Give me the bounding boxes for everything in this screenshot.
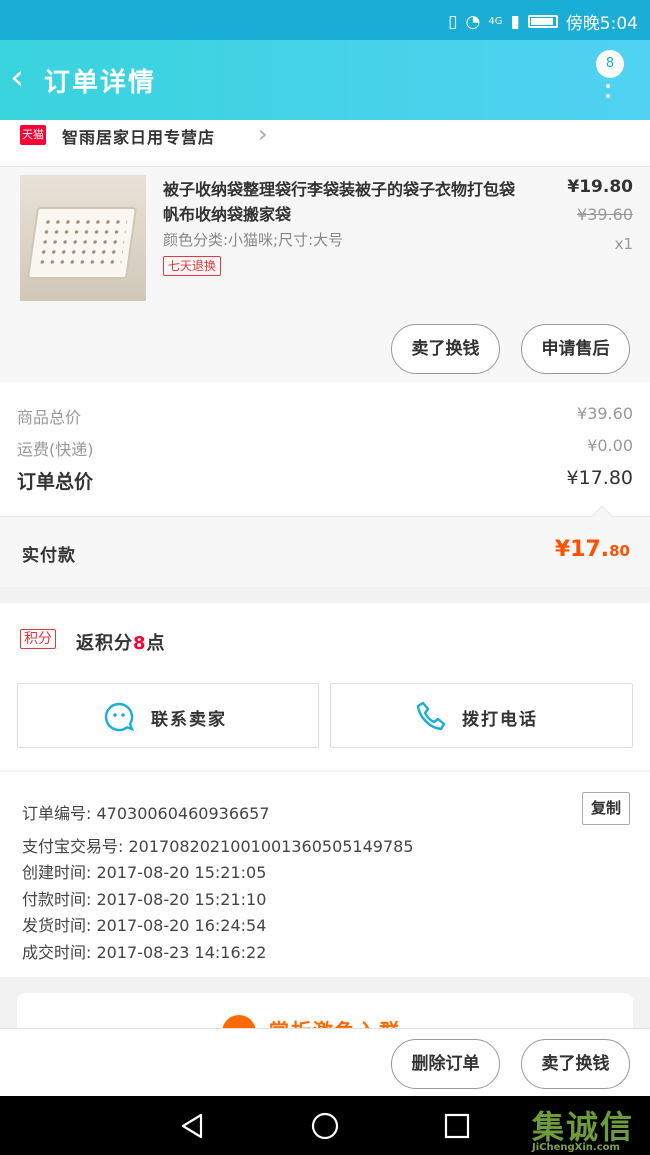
- order-total-value: ¥17.80: [566, 467, 633, 489]
- goods-total-row: 商品总价 ¥39.60: [17, 404, 633, 428]
- points-badge: 积分: [20, 629, 56, 649]
- more-menu-button[interactable]: 8: [594, 50, 630, 110]
- vibrate-icon: ▯: [448, 11, 458, 32]
- shipping-label: 运费(快递): [17, 440, 94, 459]
- shipping-value: ¥0.00: [587, 436, 633, 455]
- app-header: ‹ 订单详情 8: [0, 40, 650, 120]
- goods-total-label: 商品总价: [17, 408, 82, 427]
- call-phone-button[interactable]: 拨打电话: [330, 683, 633, 748]
- apply-after-sale-button[interactable]: 申请售后: [521, 324, 630, 374]
- watermark: 集诚信 JiChengXin.com: [532, 1102, 635, 1153]
- product-sku: 颜色分类:小猫咪;尺寸:大号: [163, 231, 344, 249]
- status-icons: ▯ ◔ 4G ▮ 傍晚5:04: [448, 9, 638, 35]
- watermark-sub: JiChengXin.com: [532, 1142, 620, 1153]
- caret-pointer: [590, 505, 614, 529]
- page-title: 订单详情: [44, 68, 157, 98]
- paid-row: 实付款 ¥17.80: [0, 505, 650, 587]
- paid-label: 实付款: [22, 546, 76, 566]
- order-meta: 订单编号: 47030060460936657 复制 支付宝交易号: 20170…: [0, 772, 650, 977]
- contact-seller-button[interactable]: 联系卖家: [17, 683, 319, 748]
- sell-for-cash-footer-button[interactable]: 卖了换钱: [521, 1039, 630, 1089]
- order-total-row: 订单总价 ¥17.80: [17, 467, 633, 494]
- clock: 傍晚5:04: [565, 14, 638, 34]
- product-title[interactable]: 被子收纳袋整理袋行李袋装被子的袋子衣物打包袋帆布收纳袋搬家袋: [163, 177, 523, 227]
- status-bar: ▯ ◔ 4G ▮ 傍晚5:04: [0, 0, 650, 40]
- more-dots-icon: [606, 84, 610, 106]
- contact-seller-label: 联系卖家: [151, 710, 227, 730]
- paid-time: 付款时间: 2017-08-20 15:21:10: [22, 890, 267, 909]
- nav-back-icon[interactable]: [178, 1112, 206, 1140]
- points-prefix: 返积分: [76, 633, 133, 654]
- points-text: 返积分8点: [76, 629, 166, 655]
- product-original-price: ¥39.60: [577, 205, 633, 224]
- shipped-time: 发货时间: 2017-08-20 16:24:54: [22, 916, 267, 935]
- product-quantity: x1: [614, 235, 633, 253]
- paid-amount-dec: 80: [609, 542, 630, 560]
- network-label: 4G: [488, 16, 503, 27]
- watermark-text: 集诚信: [532, 1108, 635, 1146]
- delete-order-button[interactable]: 删除订单: [391, 1039, 500, 1089]
- nav-recents-icon[interactable]: [444, 1113, 470, 1139]
- tmall-badge: 天猫: [20, 125, 46, 145]
- shipping-row: 运费(快递) ¥0.00: [17, 436, 633, 460]
- seven-day-return-tag: 七天退换: [163, 256, 222, 276]
- store-row[interactable]: 天猫 智雨居家日用专营店 ›: [0, 120, 650, 167]
- price-summary: 商品总价 ¥39.60 运费(快递) ¥0.00 订单总价 ¥17.80 实付款…: [0, 382, 650, 587]
- message-count-badge: 8: [596, 50, 624, 78]
- completed-time: 成交时间: 2017-08-23 14:16:22: [22, 943, 267, 962]
- chevron-right-icon: ›: [258, 120, 268, 148]
- product-price: ¥19.80: [567, 177, 633, 197]
- sell-for-cash-button[interactable]: 卖了换钱: [391, 324, 500, 374]
- paid-amount-int: ¥17.: [554, 537, 610, 562]
- paid-amount: ¥17.80: [555, 537, 630, 562]
- system-nav-bar: 集诚信 JiChengXin.com: [0, 1096, 650, 1155]
- store-name: 智雨居家日用专营店: [62, 128, 216, 147]
- order-total-label: 订单总价: [17, 471, 94, 493]
- chat-smile-icon: [104, 702, 135, 732]
- alipay-number: 支付宝交易号: 2017082021001001360505149785: [22, 837, 414, 856]
- points-suffix: 点: [146, 633, 166, 654]
- signal-icon: ▮: [510, 11, 520, 32]
- created-time: 创建时间: 2017-08-20 15:21:05: [22, 863, 267, 882]
- bottom-action-bar: 删除订单 卖了换钱: [0, 1028, 650, 1096]
- points-and-contact: 积分 返积分8点 联系卖家 拨打电话: [0, 603, 650, 770]
- phone-icon: [416, 701, 446, 731]
- back-button[interactable]: ‹: [10, 58, 24, 98]
- points-count: 8: [133, 633, 147, 654]
- call-phone-label: 拨打电话: [462, 710, 538, 730]
- goods-total-value: ¥39.60: [577, 404, 633, 423]
- order-number: 订单编号: 47030060460936657: [22, 804, 270, 823]
- product-thumbnail[interactable]: [20, 175, 146, 301]
- order-item: 被子收纳袋整理袋行李袋装被子的袋子衣物打包袋帆布收纳袋搬家袋 颜色分类:小猫咪;…: [0, 167, 650, 382]
- battery-icon: [527, 15, 558, 28]
- nav-home-icon[interactable]: [310, 1111, 340, 1141]
- wifi-icon: ◔: [465, 11, 481, 32]
- copy-button[interactable]: 复制: [582, 792, 630, 825]
